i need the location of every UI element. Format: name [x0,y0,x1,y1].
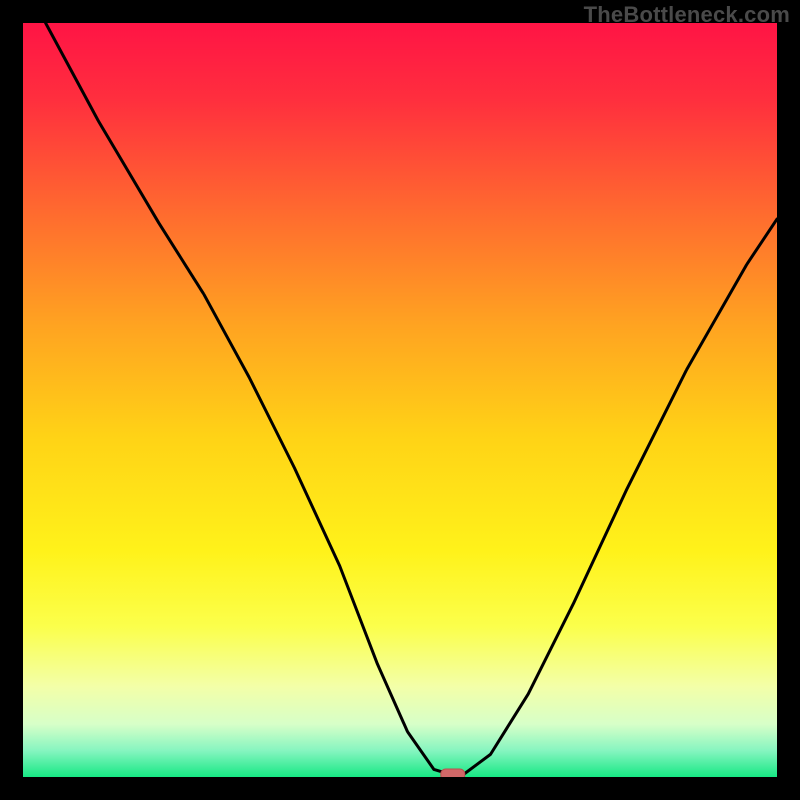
watermark-text: TheBottleneck.com [584,2,790,28]
gradient-background [23,23,777,777]
chart-svg [23,23,777,777]
plot-area [23,23,777,777]
optimal-marker [441,769,465,777]
chart-frame: TheBottleneck.com [0,0,800,800]
